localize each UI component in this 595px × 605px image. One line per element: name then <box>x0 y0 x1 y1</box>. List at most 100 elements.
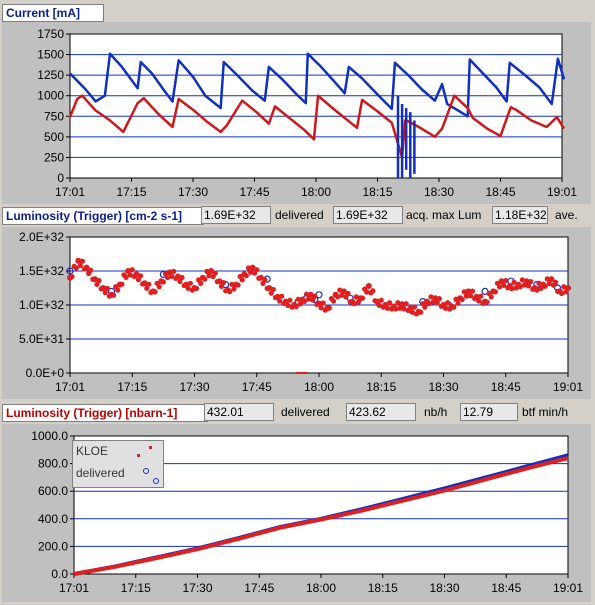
x-tick-label: 18:30 <box>428 380 458 394</box>
data-point <box>370 288 376 294</box>
data-point <box>119 281 125 287</box>
data-point <box>484 299 490 305</box>
current-title: Current [mA] <box>2 4 104 22</box>
luminosity-integrated-title: Luminosity (Trigger) [nbarn-1] <box>2 404 208 422</box>
data-point <box>451 304 457 310</box>
data-point <box>262 277 268 283</box>
x-tick-label: 18:30 <box>429 581 459 595</box>
data-point <box>243 273 249 279</box>
data-point <box>492 289 498 295</box>
data-point <box>179 274 185 281</box>
data-point <box>270 286 276 293</box>
data-point <box>320 300 326 306</box>
delivered-label-2: delivered <box>281 405 330 419</box>
delivered-rate-value: 1.69E+32 <box>333 206 403 224</box>
y-tick-label: 400.0 <box>38 512 68 526</box>
x-tick-label: 17:45 <box>244 581 274 595</box>
data-point <box>365 282 372 289</box>
x-tick-label: 17:01 <box>55 185 85 199</box>
integrated-value: 432.01 <box>204 403 274 421</box>
x-tick-label: 18:00 <box>304 380 334 394</box>
data-point <box>152 289 158 295</box>
x-tick-label: 18:30 <box>424 185 454 199</box>
y-tick-label: 500 <box>44 130 64 144</box>
ave-label: ave. <box>555 208 578 222</box>
data-point <box>171 268 177 274</box>
x-tick-label: 17:30 <box>179 380 209 394</box>
acq-max-value: 1.18E+32 <box>492 206 548 224</box>
y-tick-label: 1000.0 <box>31 429 68 443</box>
legend-delivered-marker <box>143 468 149 474</box>
data-point <box>312 293 318 299</box>
delivered-integrated-value: 423.62 <box>346 403 416 421</box>
current-chart: 1750 1500 1250 1000 750 500 250 017:01 17:15 17:3… <box>37 27 577 199</box>
data-point <box>110 292 117 298</box>
x-tick-label: 17:15 <box>117 380 147 394</box>
x-tick-label: 19:01 <box>553 380 583 394</box>
data-point <box>129 267 135 273</box>
y-tick-label: 5.0E+31 <box>19 332 64 346</box>
nbh-label: nb/h <box>424 405 448 419</box>
data-point <box>488 294 494 300</box>
data-point <box>220 280 227 286</box>
luminosity-rate-panel: 2.0E+32 1.5E+32 1.0E+32 5.0E+31 0.0E+0 17:01 1… <box>2 227 591 399</box>
data-point <box>88 267 94 273</box>
legend-kloe-marker <box>137 454 140 457</box>
y-tick-label: 0.0E+0 <box>26 366 65 380</box>
x-tick-label: 18:45 <box>491 380 521 394</box>
x-tick-label: 18:45 <box>485 185 515 199</box>
luminosity-rate-title: Luminosity (Trigger) [cm-2 s-1] <box>2 207 204 225</box>
y-tick-label: 600.0 <box>38 484 68 498</box>
data-point <box>146 281 152 287</box>
y-tick-label: 750 <box>44 109 64 123</box>
x-tick-label: 18:15 <box>366 380 396 394</box>
y-tick-label: 1.0E+32 <box>19 298 64 312</box>
data-point <box>104 285 110 291</box>
btf-value: 12.79 <box>460 403 518 421</box>
data-point <box>528 279 534 285</box>
x-tick-label: 18:00 <box>301 185 331 199</box>
data-point <box>436 296 442 302</box>
data-point <box>156 284 162 290</box>
luminosity-rate-value: 1.69E+32 <box>201 206 271 224</box>
data-point <box>193 285 200 292</box>
x-tick-label: 17:01 <box>55 380 85 394</box>
legend-kloe-marker-2 <box>149 446 152 449</box>
y-tick-label: 1500 <box>37 48 64 62</box>
data-point <box>115 287 121 293</box>
data-point <box>239 277 245 283</box>
legend-delivered: delivered <box>76 466 125 480</box>
x-tick-label: 17:15 <box>121 581 151 595</box>
data-point <box>235 282 241 288</box>
x-tick-label: 18:15 <box>362 185 392 199</box>
data-point <box>254 267 260 273</box>
acq-max-label: acq. max Lum <box>406 208 482 222</box>
y-tick-label: 1.5E+32 <box>19 264 64 278</box>
y-tick-label: 2.0E+32 <box>19 230 64 244</box>
data-point <box>137 273 144 279</box>
legend: KLOE delivered <box>72 440 164 488</box>
data-point <box>378 297 384 303</box>
data-point <box>359 295 366 301</box>
data-point <box>503 277 509 284</box>
data-point <box>455 300 461 306</box>
x-tick-label: 18:45 <box>491 581 521 595</box>
data-point <box>287 297 293 303</box>
data-point <box>411 304 418 310</box>
x-tick-label: 19:01 <box>547 185 577 199</box>
y-tick-label: 800.0 <box>38 457 68 471</box>
x-tick-label: 17:15 <box>116 185 146 199</box>
x-tick-label: 17:30 <box>182 581 212 595</box>
data-point <box>422 304 428 310</box>
y-tick-label: 0.0 <box>51 567 68 581</box>
data-point <box>330 298 337 304</box>
y-tick-label: 0 <box>57 171 64 185</box>
data-point <box>565 285 571 291</box>
data-point <box>345 290 351 297</box>
data-point <box>478 293 484 299</box>
data-point <box>459 296 465 303</box>
legend-delivered-marker-2 <box>153 478 159 484</box>
data-point <box>96 277 102 284</box>
y-tick-label: 1250 <box>37 68 64 82</box>
luminosity-rate-chart: 2.0E+32 1.5E+32 1.0E+32 5.0E+31 0.0E+017:01 1… <box>19 230 583 394</box>
